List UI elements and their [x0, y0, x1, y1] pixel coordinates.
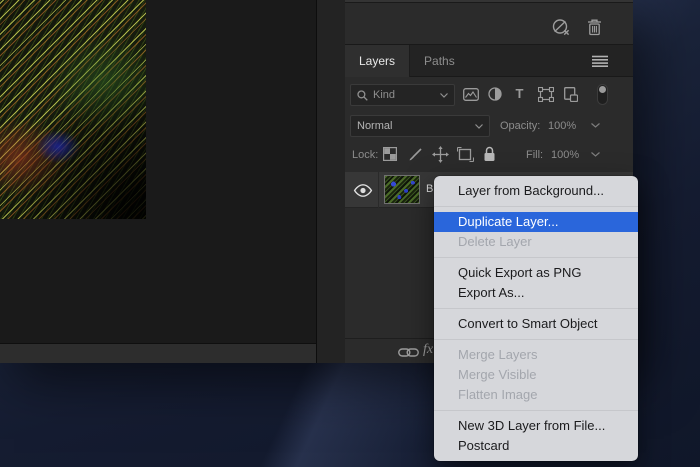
layer-context-menu: Layer from Background... Duplicate Layer… [434, 176, 638, 461]
trash-icon[interactable] [585, 17, 603, 37]
filter-toggle-knob [599, 86, 606, 93]
fill-value[interactable]: 100% [551, 149, 579, 161]
opacity-label: Opacity: [500, 120, 540, 132]
adjustment-layer-filter-icon[interactable] [487, 86, 502, 101]
menu-item-merge-layers: Merge Layers [434, 345, 638, 365]
search-icon [357, 90, 368, 101]
type-layer-filter-icon[interactable]: T [513, 86, 526, 101]
menu-item-layer-from-background[interactable]: Layer from Background... [434, 181, 638, 201]
smart-object-filter-icon[interactable] [563, 86, 578, 102]
kind-filter-select[interactable]: Kind [350, 84, 455, 106]
layer-visibility-eye-icon[interactable] [352, 183, 373, 197]
upper-panel-footer [345, 0, 633, 45]
document-status-bar [0, 343, 316, 363]
blend-mode-value: Normal [357, 120, 475, 132]
kind-filter-label: Kind [373, 89, 440, 101]
pixel-layer-filter-icon[interactable] [462, 87, 479, 101]
lock-label: Lock: [352, 149, 378, 161]
menu-separator [434, 339, 638, 340]
menu-item-export-as[interactable]: Export As... [434, 283, 638, 303]
menu-item-delete-layer: Delete Layer [434, 232, 638, 252]
tab-layers[interactable]: Layers [345, 45, 410, 77]
fill-label: Fill: [526, 149, 543, 161]
menu-item-postcard[interactable]: Postcard [434, 436, 638, 456]
lock-position-move-icon[interactable] [431, 145, 449, 163]
link-layers-icon[interactable] [397, 346, 419, 358]
blend-row: Normal Opacity: 100% [345, 108, 633, 141]
chevron-down-icon[interactable] [591, 123, 600, 128]
layer-style-fx-icon[interactable]: fx [423, 342, 433, 358]
filter-toggle[interactable] [597, 84, 608, 105]
tab-paths-label: Paths [424, 54, 455, 68]
lock-all-padlock-icon[interactable] [482, 145, 496, 162]
tab-layers-label: Layers [359, 54, 395, 68]
chevron-down-icon[interactable] [591, 152, 600, 157]
panel-divider [345, 0, 633, 3]
panel-tab-bar: Layers Paths [345, 45, 633, 77]
blend-mode-select[interactable]: Normal [350, 115, 490, 137]
sync-disabled-icon[interactable] [550, 17, 572, 37]
desktop: Layers Paths [0, 0, 700, 467]
chevron-down-icon [440, 93, 448, 98]
filter-row: Kind T [345, 77, 633, 108]
tab-paths[interactable]: Paths [410, 45, 469, 77]
lock-pixels-brush-icon[interactable] [407, 146, 423, 162]
lock-transparency-icon[interactable] [382, 146, 397, 161]
menu-separator [434, 206, 638, 207]
menu-separator [434, 410, 638, 411]
layer-name: B [426, 183, 433, 195]
menu-item-new-3d-layer[interactable]: New 3D Layer from File... [434, 416, 638, 436]
shape-layer-filter-icon[interactable] [537, 86, 554, 102]
eye-column-divider [378, 172, 379, 208]
peacock-feather-image [0, 0, 146, 219]
document-canvas[interactable] [0, 0, 316, 343]
menu-item-quick-export-png[interactable]: Quick Export as PNG [434, 263, 638, 283]
menu-item-convert-smart-object[interactable]: Convert to Smart Object [434, 314, 638, 334]
lock-frame-icon[interactable] [456, 146, 474, 162]
lock-row: Lock: [345, 141, 633, 172]
panel-gutter [316, 0, 345, 363]
menu-item-merge-visible: Merge Visible [434, 365, 638, 385]
menu-separator [434, 308, 638, 309]
menu-separator [434, 257, 638, 258]
panel-menu-icon[interactable] [592, 55, 608, 67]
menu-item-flatten-image: Flatten Image [434, 385, 638, 405]
menu-item-duplicate-layer[interactable]: Duplicate Layer... [434, 212, 638, 232]
layer-thumbnail[interactable] [384, 175, 420, 204]
chevron-down-icon [475, 124, 483, 129]
opacity-value[interactable]: 100% [548, 120, 576, 132]
